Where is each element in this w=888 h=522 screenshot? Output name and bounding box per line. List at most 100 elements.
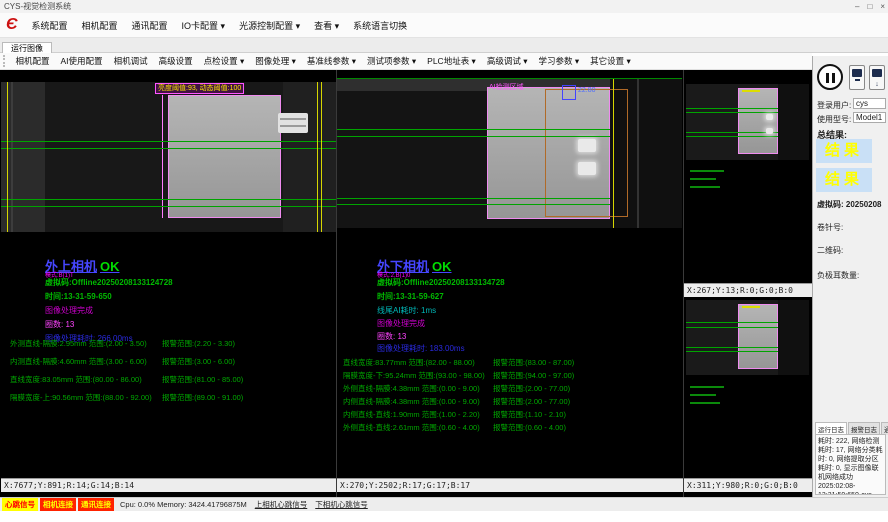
left-turn-count: 圈数: 13	[45, 319, 74, 330]
monitor-icon	[855, 79, 860, 81]
reference-line	[317, 82, 318, 232]
status-bar: 心跳信号 相机连接 通讯连接 Cpu: 0.0% Memory: 3424.41…	[0, 497, 888, 511]
tool-other-settings[interactable]: 其它设置 ▾	[585, 55, 637, 67]
baseline	[686, 136, 778, 137]
save-image-button[interactable]: ↓	[869, 65, 885, 90]
qrcode-label: 二维码:	[817, 245, 843, 256]
machine-structure	[283, 82, 336, 232]
log-text-area[interactable]: 耗时: 222, 网络检测耗时: 17, 网络分类耗时: 0, 网络提取分区耗时…	[815, 434, 886, 495]
menu-comm-config[interactable]: 通讯配置	[125, 19, 175, 32]
overlay-text-line	[690, 170, 724, 172]
center-process-time: 图像处理耗时: 183.00ms	[377, 343, 465, 354]
overlay-text-line	[690, 386, 724, 388]
menu-light-config[interactable]: 光源控制配置 ▾	[232, 19, 307, 32]
baseline	[1, 148, 336, 149]
left-pixel-coordinates: X:7677;Y:891;R:14;G:14;B:14	[1, 478, 336, 492]
pause-button[interactable]	[817, 64, 843, 90]
comm-connection-badge: 通讯连接	[78, 498, 114, 511]
tool-test-params[interactable]: 测试项参数 ▾	[362, 55, 422, 67]
measurement-row: 外侧直线-隔膜:4.38mm 范围:(0.00 - 9.00)	[343, 383, 480, 394]
camera-view-button[interactable]	[849, 65, 865, 90]
monitor-icon	[872, 69, 882, 77]
top-camera-heartbeat-link[interactable]: 上相机心跳信号	[255, 499, 308, 510]
center-camera-image[interactable]: 22.80 AI检测区域	[337, 78, 682, 228]
measurement-row: 外测直线-隔膜:2.95mm 范围:(2.00 - 3.50)	[10, 338, 147, 349]
baseline	[337, 198, 610, 199]
glare-spot	[578, 139, 596, 152]
tool-plc-address[interactable]: PLC地址表 ▾	[422, 55, 482, 67]
left-camera-image[interactable]: 亮度阈值:93, 动态阈值:100	[1, 82, 336, 232]
overlay-text-line	[690, 178, 716, 180]
roi-threshold-label: 亮度阈值:93, 动态阈值:100	[155, 83, 244, 94]
app-window: CYS-视觉检测系统 – □ × Є 系统配置 相机配置 通讯配置 IO卡配置 …	[0, 0, 888, 522]
left-process-done: 图像处理完成	[45, 305, 93, 316]
measurement-row: 内测直线-隔膜:4.60mm 范围:(3.00 - 6.00)	[10, 356, 147, 367]
menu-io-config[interactable]: IO卡配置 ▾	[175, 19, 233, 32]
reference-line	[321, 82, 322, 232]
measurement-row: 隔膜宽度-上:90.56mm 范围:(88.00 - 92.00)	[10, 392, 152, 403]
tool-advanced-debug[interactable]: 高级调试 ▾	[481, 55, 533, 67]
maximize-icon[interactable]: □	[867, 0, 872, 13]
tool-spot-check[interactable]: 点检设置 ▾	[198, 55, 250, 67]
alarm-range: 报警范围:(89.00 - 91.00)	[162, 392, 243, 403]
minimize-icon[interactable]: –	[855, 0, 859, 13]
virtual-code-label: 虚拟码: 20250208	[817, 199, 882, 210]
glare-spot	[578, 162, 596, 175]
virtual-code-value: 20250208	[846, 200, 882, 209]
baseline	[686, 132, 778, 133]
camera-status: OK	[432, 259, 452, 274]
baseline	[337, 204, 610, 205]
baseline	[686, 322, 778, 323]
alarm-range: 报警范围:(3.00 - 6.00)	[162, 356, 235, 367]
login-user-field[interactable]: cys	[853, 98, 886, 109]
monitor-icon	[852, 69, 862, 77]
tool-image-processing[interactable]: 图像处理 ▾	[250, 55, 302, 67]
overlay-text-line	[690, 402, 720, 404]
result-badge-bottom: 结果	[816, 168, 872, 192]
overlay-text-line	[690, 394, 716, 396]
center-ai-time: 线尾AI耗时: 1ms	[377, 305, 436, 316]
glare-spot	[766, 114, 773, 120]
baseline	[1, 206, 336, 207]
alarm-range: 报警范围:(94.00 - 97.00)	[493, 370, 574, 381]
down-arrow-icon: ↓	[870, 81, 884, 88]
close-icon[interactable]: ×	[880, 0, 885, 13]
toolbar: 相机配置 AI使用配置 相机调试 高级设置 点检设置 ▾ 图像处理 ▾ 基准线参…	[0, 53, 812, 70]
measure-box	[562, 85, 576, 100]
main-view-area: 亮度阈值:93, 动态阈值:100 外上相机OK 模式:B(1)T 虚拟码:Of…	[0, 70, 812, 497]
alarm-range: 报警范围:(83.00 - 87.00)	[493, 357, 574, 368]
alarm-range: 报警范围:(2.20 - 3.30)	[162, 338, 235, 349]
camera-connection-badge: 相机连接	[40, 498, 76, 511]
thumbnail-bottom-image[interactable]	[686, 300, 809, 375]
overlay-text-line	[690, 186, 720, 188]
tool-advanced-settings[interactable]: 高级设置	[153, 55, 198, 67]
heartbeat-status-badge: 心跳信号	[2, 498, 38, 511]
bottom-camera-heartbeat-link[interactable]: 下相机心跳信号	[315, 499, 368, 510]
separator-film-region	[738, 304, 778, 369]
menu-view[interactable]: 查看 ▾	[307, 19, 346, 32]
pause-icon	[832, 73, 835, 83]
tab-connector	[278, 113, 308, 133]
tool-camera-config[interactable]: 相机配置	[10, 55, 55, 67]
tool-learning-params[interactable]: 学习参数 ▾	[533, 55, 585, 67]
menu-camera-config[interactable]: 相机配置	[75, 19, 125, 32]
needle-number-label: 卷针号:	[817, 222, 843, 233]
tool-ai-config[interactable]: AI使用配置	[55, 55, 108, 67]
machine-structure	[11, 82, 13, 232]
separator-film-region	[738, 88, 778, 154]
menu-language-switch[interactable]: 系统语言切换	[346, 19, 414, 32]
alarm-range: 报警范围:(0.60 - 4.00)	[493, 422, 566, 433]
menu-system-config[interactable]: 系统配置	[25, 19, 75, 32]
negative-tab-count-label: 负极耳数量:	[817, 270, 859, 281]
result-badge-top: 结果	[816, 139, 872, 163]
thumbnail-top-image[interactable]	[686, 84, 809, 160]
baseline	[1, 199, 336, 200]
thumbnail-top-coordinates: X:267;Y:13;R:0;G:0;B:0	[684, 283, 812, 297]
pause-icon	[826, 73, 829, 83]
window-title: CYS-视觉检测系统	[4, 2, 71, 11]
model-field[interactable]: Model1	[853, 112, 886, 123]
tool-baseline-params[interactable]: 基准线参数 ▾	[301, 55, 361, 67]
reference-line	[613, 79, 614, 228]
baseline	[337, 129, 610, 130]
tool-camera-debug[interactable]: 相机调试	[108, 55, 153, 67]
